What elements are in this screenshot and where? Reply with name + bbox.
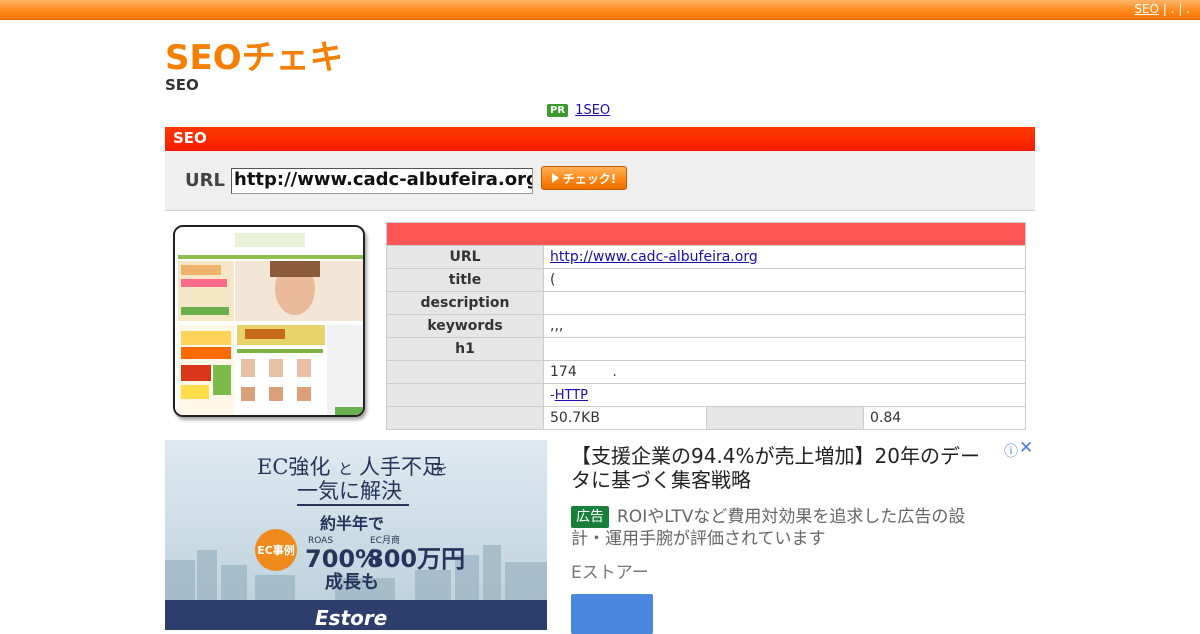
ad-image[interactable]: EC強化 と 人手不足 を 一気に解決 約半年で EC事例 ROAS 700% … [165, 440, 547, 630]
row-label: description [386, 291, 544, 315]
check-button-label: チェック! [562, 171, 617, 186]
ad-cta-button[interactable] [571, 594, 653, 634]
ad-close-icon[interactable]: ✕ [1019, 438, 1033, 458]
row-value: ,,, [543, 314, 1026, 338]
url-input[interactable]: http://www.cadc-albufeira.org [231, 168, 533, 194]
topbar-separators: | . | . [1162, 2, 1190, 16]
ad-image-brand: Estore [315, 606, 387, 630]
ad-image-sub: 約半年で [320, 514, 384, 533]
pr-line: PR 1SEO [547, 103, 610, 118]
row-value: ( [543, 268, 1026, 292]
row-label: keywords [386, 314, 544, 338]
ad-image-growth: 成長も [325, 571, 379, 593]
row-label [386, 360, 544, 384]
topbar-seo-link[interactable]: SEO [1134, 2, 1159, 16]
table-row: keywords ,,, [386, 314, 1026, 338]
ad-headline[interactable]: 【支援企業の94.4%が売上増加】20年のデータに基づく集客戦略 [571, 444, 991, 492]
ad-image-heading-1: EC強化 [257, 455, 330, 479]
ad-description: 広告 ROIやLTVなど費用対効果を追求した広告の設計・運用手腕が評価されています [571, 506, 991, 550]
http-link[interactable]: HTTP [555, 388, 588, 403]
row-label [386, 383, 544, 407]
site-url-link[interactable]: http://www.cadc-albufeira.org [550, 249, 758, 265]
row-value [543, 337, 1026, 361]
url-check-panel: URL http://www.cadc-albufeira.org チェック! [165, 151, 1035, 211]
pr-link[interactable]: 1SEO [575, 103, 610, 118]
table-header-row [386, 222, 1026, 246]
table-row: -HTTP [386, 383, 1026, 407]
table-row: description [386, 291, 1026, 315]
row-value: -HTTP [543, 383, 1026, 407]
row-label: h1 [386, 337, 544, 361]
page-size-value: 50.7KB [543, 406, 707, 430]
row-value: http://www.cadc-albufeira.org [543, 245, 1026, 269]
site-tagline: SEO [165, 76, 199, 94]
play-icon [551, 173, 559, 183]
row-label [386, 406, 544, 430]
ad-info-icon[interactable]: ⓘ [1004, 441, 1018, 461]
ad-image-heading-3: 一気に解決 [297, 479, 402, 503]
row-value: 174 . [543, 360, 1026, 384]
table-row: 174 . [386, 360, 1026, 384]
ratio-label [706, 406, 864, 430]
ad-image-heading-1b: と [338, 460, 353, 478]
ad-label-badge: 広告 [571, 506, 609, 528]
url-label: URL [185, 170, 225, 191]
pr-badge: PR [547, 104, 569, 117]
row-label: URL [386, 245, 544, 269]
row-label: title [386, 268, 544, 292]
ad-banner-graphic: EC強化 と 人手不足 を 一気に解決 約半年で EC事例 ROAS 700% … [165, 440, 547, 630]
section-title-bar: SEO [165, 127, 1035, 151]
table-row: URL http://www.cadc-albufeira.org [386, 245, 1026, 269]
seocheki-logo[interactable]: SEOチェキ! [165, 35, 340, 75]
top-bar: SEO | . | . [0, 0, 1200, 20]
topbar-links: SEO | . | . [1134, 2, 1190, 16]
ad-image-badge: EC事例 [257, 543, 295, 557]
ad-image-heading-2: 人手不足 [359, 455, 443, 479]
table-row: h1 [386, 337, 1026, 361]
table-row: title ( [386, 268, 1026, 292]
site-thumbnail [173, 225, 365, 417]
ad-image-ec-value: 800万円 [367, 545, 465, 573]
ad-description-text: ROIやLTVなど費用対効果を追求した広告の設計・運用手腕が評価されています [571, 507, 966, 549]
ad-sponsor: Eストアー [571, 563, 649, 583]
table-row: 50.7KB 0.84 [386, 406, 1026, 430]
ad-image-heading-2b: を [433, 460, 448, 478]
ratio-value: 0.84 [863, 406, 1026, 430]
thumbnail-graphic [175, 227, 363, 415]
logo-text: SEOチェキ! [165, 38, 340, 75]
check-button[interactable]: チェック! [541, 166, 627, 190]
seo-info-table: URL http://www.cadc-albufeira.org title … [386, 222, 1026, 430]
row-value [543, 291, 1026, 315]
